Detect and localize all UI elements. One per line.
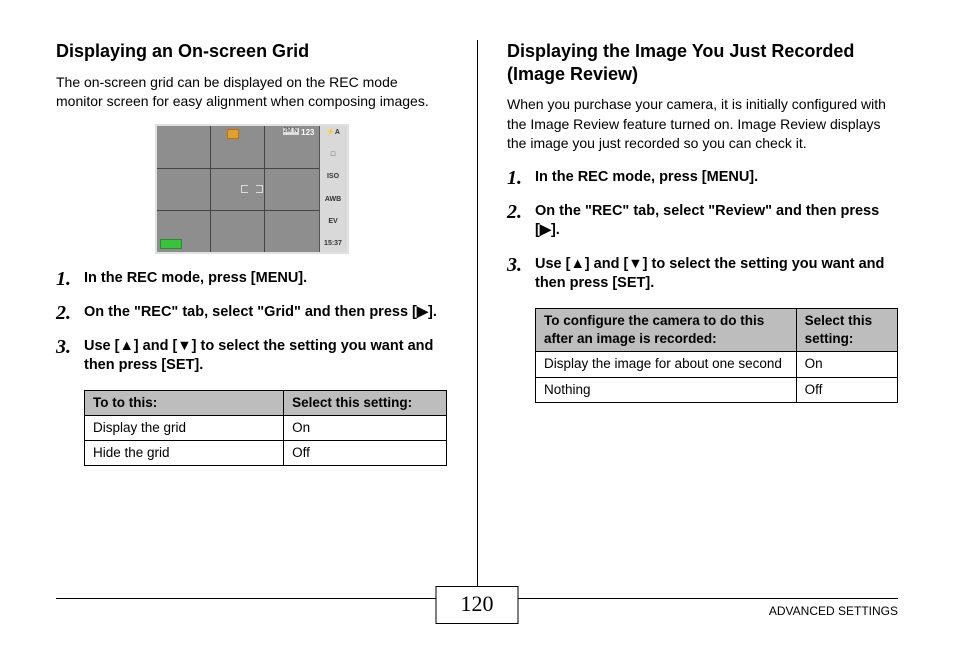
page-number: 120 [436,586,519,624]
right-steps: 1.In the REC mode, press [MENU]. 2.On th… [507,168,898,294]
table-header-row: To to this: Select this setting: [85,390,447,415]
step-text: On the "REC" tab, select "Grid" and then… [84,303,447,323]
table-header-row: To configure the camera to do this after… [536,309,898,352]
table-row: Display the image for about one second O… [536,352,898,377]
table-header: To configure the camera to do this after… [536,309,797,352]
rec-indicator-icon [227,129,239,139]
table-row: Display the grid On [85,416,447,441]
step-text: On the "REC" tab, select "Review" and th… [535,202,898,241]
step-number: 1. [507,168,535,188]
right-intro: When you purchase your camera, it is ini… [507,95,898,154]
right-settings-table: To configure the camera to do this after… [535,308,898,403]
screenshot-onscreen-grid: 123 2M N ⚡A □ ISO AWB EV 15:37 [56,126,447,255]
step-text: In the REC mode, press [MENU]. [84,269,447,289]
step-number: 3. [507,255,535,294]
section-label: ADVANCED SETTINGS [769,604,898,618]
step-text: In the REC mode, press [MENU]. [535,168,898,188]
left-steps: 1.In the REC mode, press [MENU]. 2.On th… [56,269,447,376]
step-number: 1. [56,269,84,289]
shot-side-icons: ⚡A □ ISO AWB EV 15:37 [319,126,347,252]
left-heading: Displaying an On-screen Grid [56,40,447,63]
left-intro: The on-screen grid can be displayed on t… [56,73,447,112]
step-text: Use [▲] and [▼] to select the setting yo… [84,337,447,376]
table-header: To to this: [85,390,284,415]
shot-counter: 123 [301,128,314,137]
battery-icon [160,239,182,249]
column-divider [477,40,478,586]
table-row: Nothing Off [536,377,898,402]
left-settings-table: To to this: Select this setting: Display… [84,390,447,467]
table-header: Select this setting: [796,309,897,352]
step-text: Use [▲] and [▼] to select the setting yo… [535,255,898,294]
shot-size-box: 2M N [283,128,299,135]
af-frame-icon [241,182,263,196]
step-number: 2. [507,202,535,241]
table-header: Select this setting: [284,390,447,415]
table-row: Hide the grid Off [85,441,447,466]
step-number: 3. [56,337,84,376]
step-number: 2. [56,303,84,323]
right-heading: Displaying the Image You Just Recorded (… [507,40,898,85]
